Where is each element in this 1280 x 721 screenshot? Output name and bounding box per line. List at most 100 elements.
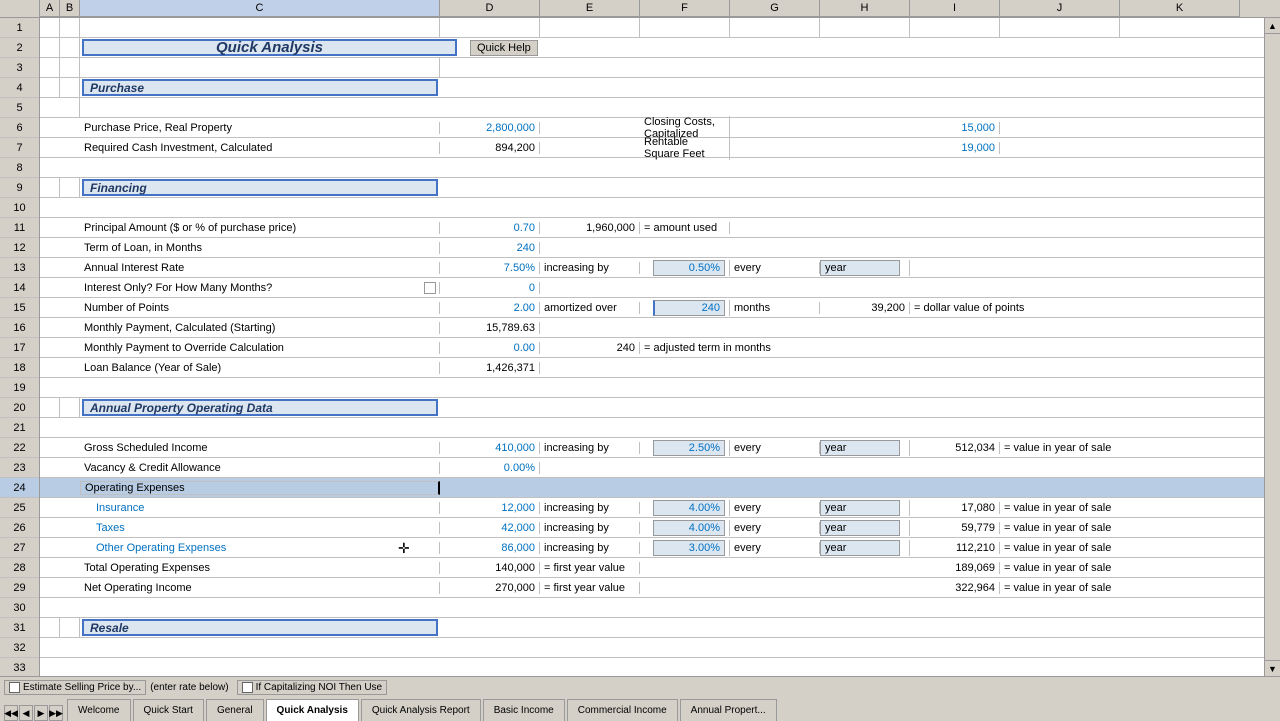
row-22-data: Gross Scheduled Income 410,000 increasin… [40,438,1264,458]
col-header-i: I [910,0,1000,17]
insurance-every: every [730,502,820,514]
row-26-data: Taxes 42,000 increasing by 4.00% every y… [40,518,1264,538]
insurance-value[interactable]: 12,000 [440,502,540,514]
col-header-h: H [820,0,910,17]
tab-commercial-income[interactable]: Commercial Income [567,699,678,721]
insurance-year-sale-label: = value in year of sale [1000,502,1200,514]
taxes-year-sale: 59,779 [910,522,1000,534]
tab-general[interactable]: General [206,699,264,721]
tab-welcome[interactable]: Welcome [67,699,131,721]
resale-section-header: Resale [90,621,129,635]
row-13-data: Annual Interest Rate 7.50% increasing by… [40,258,1264,278]
monthly-payment-label: Monthly Payment, Calculated (Starting) [80,322,440,334]
row-28-data: Total Operating Expenses 140,000 = first… [40,558,1264,578]
taxes-rate[interactable]: 4.00% [653,520,725,536]
tab-annual-property[interactable]: Annual Propert... [680,699,777,721]
row-20: 20 [0,398,39,418]
estimate-checkbox[interactable] [9,682,20,693]
adjusted-term: 240 [540,342,640,354]
tab-nav-prev[interactable]: ◀ [19,705,33,721]
scroll-up-button[interactable]: ▲ [1265,18,1280,34]
row-16: 16 [0,318,39,338]
interest-only-checkbox[interactable] [424,282,436,294]
row-19 [40,378,1264,398]
required-cash-value: 894,200 [440,142,540,154]
tab-quick-start[interactable]: Quick Start [133,699,204,721]
rentable-sq-ft-label: Rentable Square Feet [640,136,730,160]
gsi-label: Gross Scheduled Income [80,442,440,454]
monthly-payment-value: 15,789.63 [440,322,540,334]
app-window: A B C D E F G H I J K 1 2 3 4 5 6 7 8 9 … [0,0,1280,720]
vacancy-value[interactable]: 0.00% [440,462,540,474]
purchase-price-label: Purchase Price, Real Property [80,122,440,134]
adjusted-term-label: = adjusted term in months [640,342,820,354]
row-30 [40,598,1264,618]
row-33 [40,658,1264,676]
purchase-price-value[interactable]: 2,800,000 [440,122,540,134]
points-value[interactable]: 2.00 [440,302,540,314]
gsi-year[interactable]: year [820,440,900,456]
tab-basic-income[interactable]: Basic Income [483,699,565,721]
other-rate[interactable]: 3.00% [653,540,725,556]
purchase-section-header: Purchase [90,81,144,95]
tab-nav-next[interactable]: ▶ [34,705,48,721]
col-header-e: E [540,0,640,17]
number-of-points-label: Number of Points [80,302,440,314]
gsi-year-sale-label: = value in year of sale [1000,442,1200,454]
tab-nav-last[interactable]: ▶▶ [49,705,63,721]
interest-year[interactable]: year [820,260,900,276]
insurance-year[interactable]: year [820,500,900,516]
row-13: 13 [0,258,39,278]
other-year[interactable]: year [820,540,900,556]
row-14: 14 [0,278,39,298]
dollar-value-label: = dollar value of points [910,302,1110,314]
vacancy-label: Vacancy & Credit Allowance [80,462,440,474]
monthly-payment-override-value[interactable]: 0.00 [440,342,540,354]
interest-only-value[interactable]: 0 [440,282,540,294]
tab-quick-analysis-report[interactable]: Quick Analysis Report [361,699,481,721]
row-1: 1 [0,18,39,38]
rentable-sq-ft-value[interactable]: 19,000 [910,142,1000,154]
dollar-value-points: 39,200 [820,302,910,314]
row-2: 2 [0,38,39,58]
gsi-inc-by: increasing by [540,442,640,454]
principal-pct-value[interactable]: 0.70 [440,222,540,234]
row-25: 25 [0,498,39,518]
other-opex-label: Other Operating Expenses [80,542,440,554]
taxes-year[interactable]: year [820,520,900,536]
gsi-every: every [730,442,820,454]
gsi-rate[interactable]: 2.50% [653,440,725,456]
row-7-data: Required Cash Investment, Calculated 894… [40,138,1264,158]
tab-nav-first[interactable]: ◀◀ [4,705,18,721]
interest-rate-increment[interactable]: 0.50% [653,260,725,276]
row-3: 3 [0,58,39,78]
row-8: 8 [0,158,39,178]
gsi-value[interactable]: 410,000 [440,442,540,454]
other-every: every [730,542,820,554]
annual-interest-rate-value[interactable]: 7.50% [440,262,540,274]
insurance-label: Insurance [80,502,440,514]
row-27-data: Other Operating Expenses 86,000 increasi… [40,538,1264,558]
taxes-inc-by: increasing by [540,522,640,534]
loan-balance-value: 1,426,371 [440,362,540,374]
other-value[interactable]: 86,000 [440,542,540,554]
capitalizing-label: If Capitalizing NOI Then Use [256,682,383,693]
row-3-data [40,58,1264,78]
row-17: 17 [0,338,39,358]
interest-every: every [730,262,820,274]
insurance-rate[interactable]: 4.00% [653,500,725,516]
tab-quick-analysis[interactable]: Quick Analysis [266,699,359,721]
scroll-down-button[interactable]: ▼ [1265,660,1280,676]
term-value[interactable]: 240 [440,242,540,254]
points-months[interactable]: 240 [653,300,725,316]
capitalizing-checkbox[interactable] [242,682,253,693]
annual-interest-rate-label: Annual Interest Rate [80,262,440,274]
amount-used-label: = amount used [640,222,730,234]
row-28: 28 [0,558,39,578]
apod-section-header: Annual Property Operating Data [90,401,273,415]
col-header-k: K [1120,0,1240,17]
taxes-value[interactable]: 42,000 [440,522,540,534]
vertical-scrollbar[interactable]: ▲ ▼ [1264,18,1280,676]
closing-costs-value[interactable]: 15,000 [910,122,1000,134]
quick-help-button[interactable]: Quick Help [470,40,538,56]
